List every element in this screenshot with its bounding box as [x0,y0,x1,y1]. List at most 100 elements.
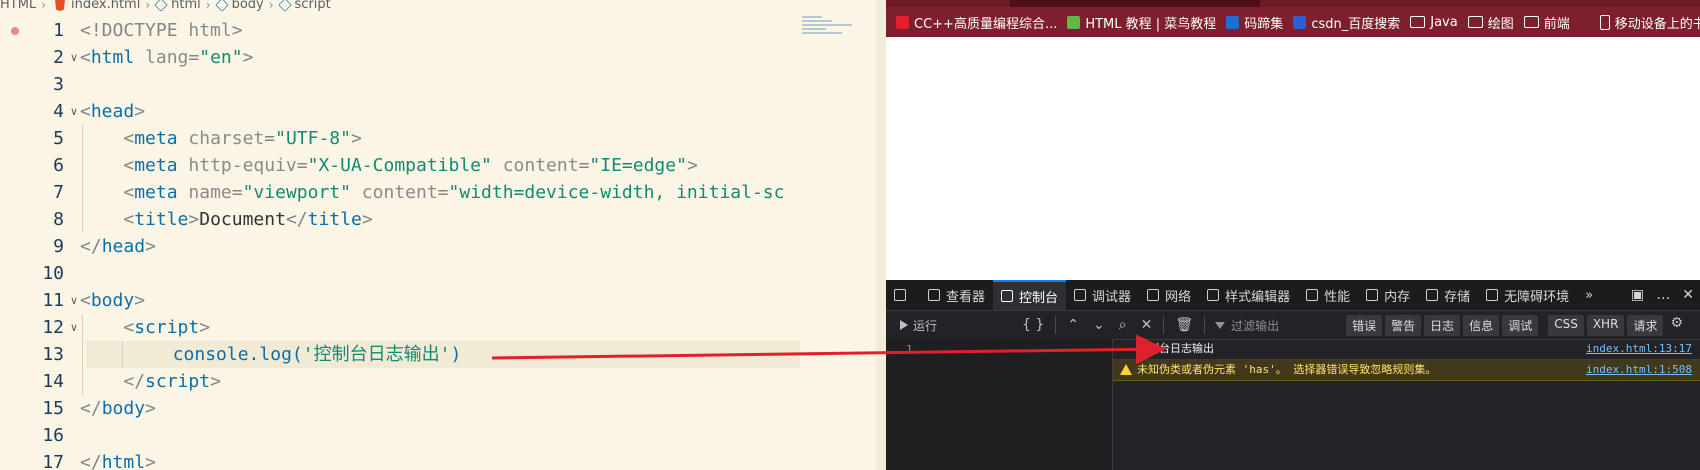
devtools-tab-0[interactable]: 查看器 [920,280,993,310]
gear-icon[interactable]: ⚙ [1670,315,1683,336]
chevron-right-icon: › [205,0,211,12]
bookmark-item[interactable]: 绘图 [1467,13,1514,32]
breadcrumb-label: HTML [0,0,37,12]
close-devtools-icon[interactable]: ✕ [1682,287,1694,303]
devtools-tab-5[interactable]: 性能 [1298,280,1358,310]
active-tab[interactable] [1010,0,1260,7]
breadcrumb-item-script[interactable]: script [277,0,331,12]
code-line[interactable] [0,71,800,98]
code-line-content: console.log('控制台日志输出') [86,341,462,368]
code-line-content: <meta charset="UTF-8"> [80,125,362,152]
code-line[interactable]: <body> [0,287,800,314]
code-line[interactable] [0,422,800,449]
more-tabs-icon[interactable]: » [1577,280,1601,310]
code-line[interactable]: console.log('控制台日志输出') [86,341,800,368]
html5-file-icon [55,0,65,11]
close-icon[interactable]: ✕ [1141,317,1153,333]
breadcrumb-item-body[interactable]: body [214,0,264,12]
filter-placeholder: 过滤输出 [1231,318,1280,333]
style-editor-icon [1207,289,1220,301]
devtools-tab-7[interactable]: 存储 [1418,280,1478,310]
filter-chip[interactable]: XHR [1586,314,1625,336]
code-token: = [296,155,308,176]
code-line[interactable]: <!DOCTYPE html> [0,17,800,44]
trash-icon[interactable]: 🗑 [1175,317,1193,333]
bookmark-item[interactable]: 移动设备上的书签 [1599,13,1700,32]
bookmark-item[interactable]: 前端 [1523,13,1570,32]
folder-icon [1467,16,1483,28]
code-token: meta [134,182,178,203]
pretty-print-icon[interactable]: { } [1022,317,1044,333]
code-token: script [145,371,211,392]
code-line[interactable]: <meta charset="UTF-8"> [0,125,800,152]
bookmark-item[interactable]: 码蹄集 [1226,13,1283,32]
devtools-tab-8[interactable]: 无障碍环境 [1478,280,1577,310]
breadcrumb-item-file[interactable]: index.html [51,0,140,12]
devtools-tab-4[interactable]: 样式编辑器 [1199,280,1298,310]
bookmarks-bar: CC++高质量编程综合... HTML 教程 | 菜鸟教程 码蹄集 csdn_百度搜索… [886,7,1700,37]
filter-icon [1215,321,1226,329]
code-line[interactable]: <html lang="en"> [0,44,800,71]
code-token: < [123,182,135,203]
code-token: "UTF-8" [275,128,351,149]
page-viewport[interactable] [886,37,1700,281]
bookmark-item[interactable]: Java [1410,15,1458,30]
filter-chip[interactable]: CSS [1548,314,1584,336]
line-number[interactable]: 13 [0,341,64,368]
run-button[interactable]: 运行 [892,315,945,336]
bookmark-item[interactable]: HTML 教程 | 菜鸟教程 [1067,13,1216,32]
breadcrumb-item-html[interactable]: html [154,0,201,12]
code-line[interactable]: </html> [0,449,800,470]
filter-chip[interactable]: 信息 [1463,314,1500,336]
devtools-tab-6[interactable]: 内存 [1358,280,1418,310]
zoom-search-icon[interactable]: ⌕ [1119,317,1127,333]
code-editor[interactable]: HTML › index.html › html › body › script… [0,0,886,470]
minimap[interactable] [802,14,880,54]
indent-guide [82,314,83,395]
filter-chip[interactable]: 日志 [1424,314,1461,336]
code-line[interactable]: </head> [0,233,800,260]
devtools-tab-label: 存储 [1444,289,1471,305]
breadcrumb-item-folder[interactable]: HTML [0,0,36,12]
code-token: > [350,128,362,149]
code-line[interactable]: <title>Document</title> [0,206,800,233]
chevron-down-icon[interactable]: ⌄ [1093,317,1105,333]
bookmark-label: 码蹄集 [1244,16,1284,32]
code-line[interactable]: <meta http-equiv="X-UA-Compatible" conte… [0,152,800,179]
message-source-link[interactable]: index.html:13:17 [1586,339,1692,359]
editor-scrollbar[interactable] [876,0,886,470]
console-message-warn[interactable]: 未知伪类或者伪元素 'has'。 选择器错误导致忽略规则集。 index.html… [1113,360,1700,381]
chevron-up-icon[interactable]: ⌃ [1067,317,1079,333]
code-token: < [123,317,135,338]
code-line[interactable]: </script> [0,368,800,395]
code-token: </ [123,371,146,392]
bookmark-item[interactable]: CC++高质量编程综合... [896,13,1057,32]
devtools-tab-2[interactable]: 调试器 [1066,280,1139,310]
code-line[interactable]: <script> [0,314,800,341]
dock-icon[interactable]: ▣ [1631,287,1644,303]
code-token: meta [134,128,178,149]
message-source-link[interactable]: index.html:1:508 [1586,360,1692,380]
code-token: < [123,128,135,149]
code-line[interactable]: <head> [0,98,800,125]
more-options-icon[interactable]: … [1656,287,1670,303]
code-token: head [90,101,135,122]
editor-line-number: 1 [906,343,913,356]
filter-chip[interactable]: 警告 [1385,314,1422,336]
storage-icon [1426,289,1439,301]
bookmark-item[interactable]: csdn_百度搜索 [1293,13,1400,32]
code-line[interactable] [0,260,800,287]
code-token: "width=device-width, initial-sc [448,182,785,203]
devtools-tab-3[interactable]: 网络 [1139,280,1199,310]
console-message-log[interactable]: 控制台日志输出 index.html:13:17 [1113,339,1700,360]
devtools-tab-1[interactable]: 控制台 [993,280,1067,310]
tab-strip [886,0,1700,7]
filter-chip[interactable]: 请求 [1627,314,1664,336]
console-multiline-editor[interactable]: 1 [886,339,1113,470]
code-line[interactable]: <meta name="viewport" content="width=dev… [0,179,800,206]
inspector-icon [928,289,940,301]
filter-chip[interactable]: 调试 [1502,314,1539,336]
code-line[interactable]: </body> [0,395,800,422]
filter-chip[interactable]: 错误 [1346,314,1383,336]
pick-element-button[interactable] [886,280,920,310]
